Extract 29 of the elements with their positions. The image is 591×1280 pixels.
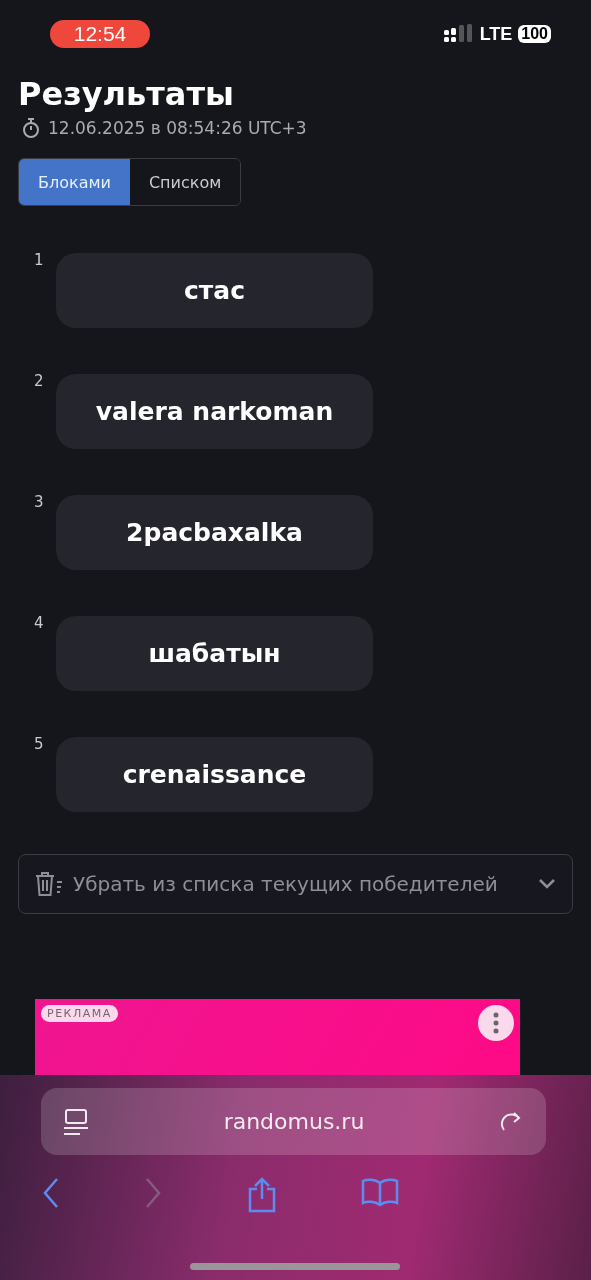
winner-card: crenaissance [56,737,373,812]
result-number: 4 [33,614,45,632]
result-timestamp: 12.06.2025 в 08:54:26 UTC+3 [48,118,307,138]
trash-icon [35,871,65,897]
page-title: Результаты [18,74,235,115]
more-icon [493,1012,499,1034]
winner-card: шабатын [56,616,373,691]
view-tab[interactable]: Блоками [19,159,130,205]
ad-label: РЕКЛАМА [41,1005,118,1022]
page-menu-icon [62,1107,89,1136]
network-type: LTE [479,23,513,45]
winner-card: стас [56,253,373,328]
result-number: 3 [33,493,45,511]
remove-winners-dropdown[interactable]: Убрать из списка текущих победителей [18,854,573,914]
result-number: 1 [33,251,45,269]
book-icon[interactable] [360,1177,399,1207]
stopwatch-icon [22,118,40,138]
share-icon[interactable] [246,1177,277,1213]
signal-icon [443,24,474,44]
chevron-icon [538,878,556,890]
winner-card: 2pacbaxalka [56,495,373,570]
clock-time: 12:54 [50,20,150,48]
battery-level: 100 [518,25,551,43]
result-number: 2 [33,372,45,390]
winner-card: valera narkoman [56,374,373,449]
result-number: 5 [33,735,45,753]
more-button[interactable] [478,1005,514,1041]
back-icon[interactable] [42,1177,61,1209]
address-bar[interactable]: randomus.ru [40,1088,546,1155]
